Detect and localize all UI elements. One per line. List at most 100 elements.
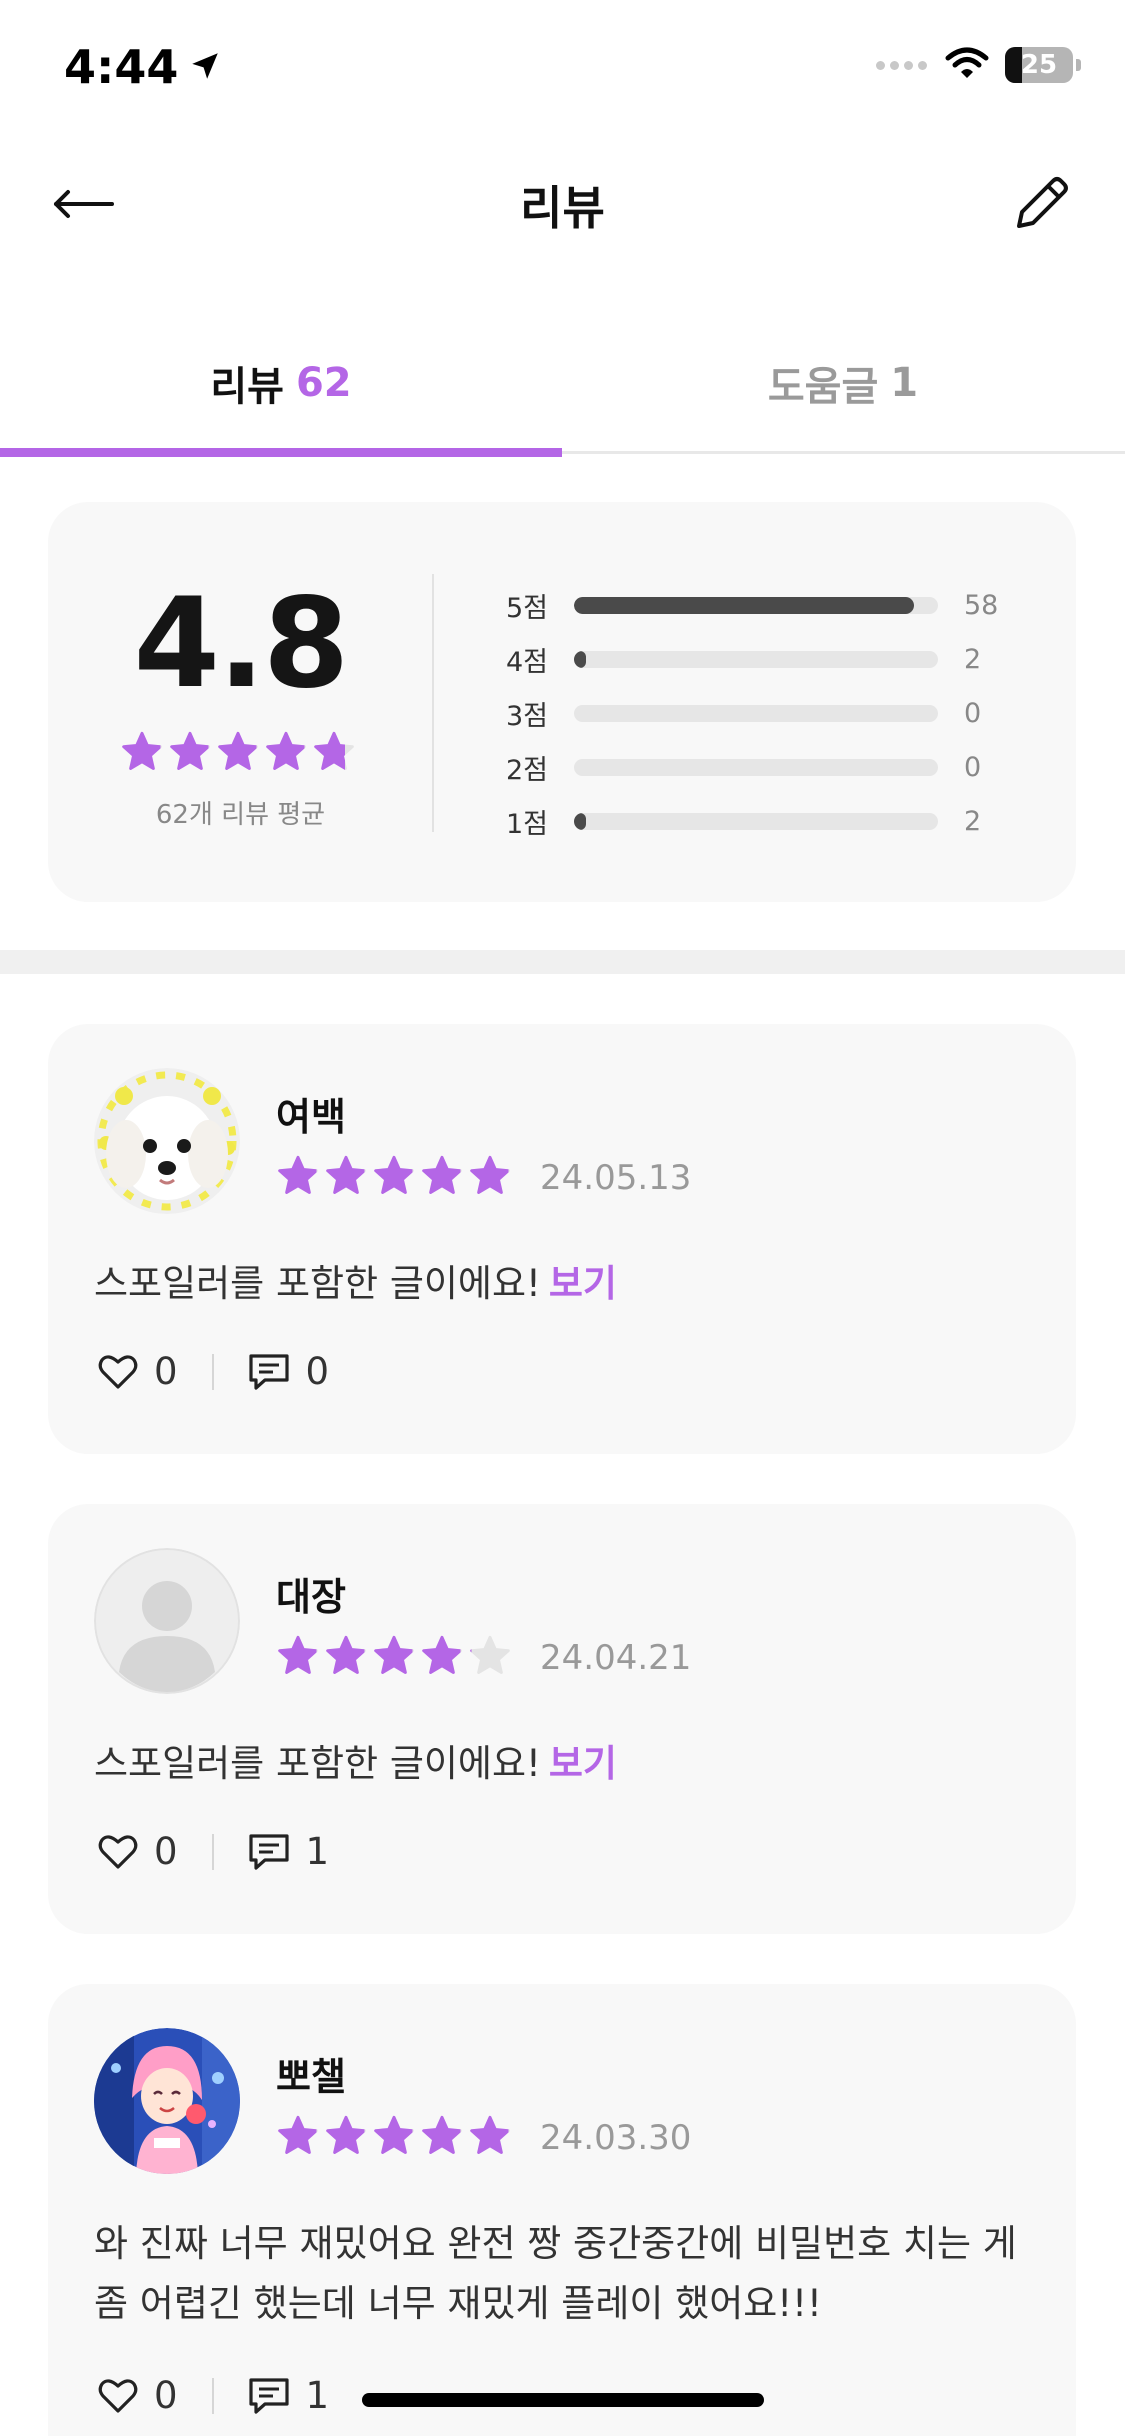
- spoiler-view-link[interactable]: 보기: [549, 1262, 617, 1305]
- review-actions: 0 1: [98, 1830, 329, 1873]
- distribution-bar-track: [574, 596, 938, 614]
- star-filled-icon: [420, 1634, 464, 1678]
- default-person-avatar[interactable]: [94, 1548, 240, 1694]
- status-time: 4:44: [64, 40, 222, 94]
- comment-count: 1: [305, 2374, 330, 2417]
- comment-icon: [248, 1353, 289, 1390]
- distribution-row: 1점 2: [506, 794, 1046, 848]
- review-username: 뽀챌: [276, 2055, 346, 2099]
- star-filled-icon: [372, 2114, 416, 2158]
- page-title: 리뷰: [520, 181, 605, 235]
- dog-photo-avatar[interactable]: [94, 1068, 240, 1214]
- review-rating: [276, 1154, 512, 1198]
- distribution-bar-fill: [574, 650, 586, 668]
- distribution-count: 58: [964, 589, 999, 621]
- status-bar: 4:44 25: [0, 0, 1125, 140]
- spoiler-notice: 스포일러를 포함한 글이에요!: [94, 1262, 541, 1305]
- distribution-count: 2: [964, 643, 982, 675]
- distribution-count: 0: [964, 751, 982, 783]
- anime-character-avatar[interactable]: [94, 2028, 240, 2174]
- comment-count: 0: [305, 1350, 330, 1393]
- review-actions: 0 0: [98, 1350, 329, 1393]
- review-body: 스포일러를 포함한 글이에요! 보기: [94, 1734, 1030, 1794]
- star-filled-icon: [276, 1634, 320, 1678]
- star-empty-icon: [468, 1634, 512, 1678]
- header: 리뷰: [0, 150, 1125, 260]
- review-date: 24.05.13: [540, 1158, 692, 1198]
- comment-button[interactable]: 1: [248, 2374, 330, 2417]
- star-filled-icon: [468, 2114, 512, 2158]
- like-count: 0: [154, 1350, 178, 1393]
- write-review-button[interactable]: [1007, 168, 1077, 238]
- like-button[interactable]: 0: [98, 1350, 178, 1393]
- star-filled-icon: [420, 2114, 464, 2158]
- review-card[interactable]: 대장 24.04.21 스포일러를 포함한 글이에요! 보기 0 1: [48, 1504, 1076, 1934]
- home-indicator[interactable]: [362, 2393, 764, 2407]
- tab-guides[interactable]: 도움글 1: [562, 330, 1124, 454]
- tab-guides-label: 도움글: [767, 364, 879, 410]
- distribution-row: 4점 2: [506, 632, 1046, 686]
- actions-divider: [211, 1353, 214, 1390]
- distribution-row: 5점 58: [506, 578, 1046, 632]
- spoiler-view-link[interactable]: 보기: [549, 1742, 617, 1785]
- summary-divider: [432, 574, 434, 832]
- spoiler-notice: 스포일러를 포함한 글이에요!: [94, 1742, 541, 1785]
- star-filled-icon: [264, 730, 308, 774]
- distribution-label: 5점: [506, 592, 549, 624]
- comment-button[interactable]: 0: [248, 1350, 330, 1393]
- star-filled-icon: [372, 1154, 416, 1198]
- rating-summary-card: 4.8 62개 리뷰 평균 5점 58 4점 2 3점 0 2점 0 1점 2: [48, 502, 1076, 902]
- star-filled-icon: [420, 1154, 464, 1198]
- distribution-bar-fill: [574, 596, 915, 614]
- clock: 4:44: [64, 40, 179, 94]
- distribution-bar-track: [574, 704, 938, 722]
- review-rating: [276, 1634, 512, 1678]
- star-filled-icon: [216, 730, 260, 774]
- battery-level: 25: [1020, 50, 1058, 80]
- section-divider: [0, 950, 1125, 974]
- actions-divider: [211, 1833, 214, 1870]
- rating-distribution: 5점 58 4점 2 3점 0 2점 0 1점 2: [506, 578, 1046, 848]
- tab-bar: 리뷰 62 도움글 1: [0, 330, 1125, 457]
- comment-count: 1: [305, 1830, 330, 1873]
- like-button[interactable]: 0: [98, 2374, 178, 2417]
- heart-icon: [98, 2378, 138, 2413]
- average-score: 4.8: [133, 572, 350, 716]
- average-stars: [120, 730, 356, 774]
- heart-icon: [98, 1354, 138, 1389]
- distribution-label: 1점: [506, 808, 549, 840]
- star-filled-icon: [324, 1634, 368, 1678]
- distribution-row: 2점 0: [506, 740, 1046, 794]
- wifi-icon: [945, 46, 989, 84]
- star-filled-icon: [120, 730, 164, 774]
- distribution-count: 2: [964, 805, 982, 837]
- status-indicators: 25: [876, 46, 1081, 84]
- review-card[interactable]: 뽀챌 24.03.30 와 진짜 너무 재밌어요 완전 짱 중간중간에 비밀번호…: [48, 1984, 1076, 2436]
- actions-divider: [211, 2377, 214, 2414]
- battery-icon: 25: [1005, 47, 1073, 83]
- review-username: 여백: [276, 1095, 346, 1139]
- star-filled-icon: [468, 1154, 512, 1198]
- star-filled-icon: [372, 1634, 416, 1678]
- pencil-icon: [1017, 177, 1068, 228]
- tab-reviews-label: 리뷰: [210, 364, 284, 410]
- like-button[interactable]: 0: [98, 1830, 178, 1873]
- tab-reviews[interactable]: 리뷰 62: [0, 330, 562, 457]
- distribution-bar-track: [574, 758, 938, 776]
- distribution-bar-track: [574, 650, 938, 668]
- comment-icon: [248, 2377, 289, 2414]
- review-card[interactable]: 여백 24.05.13 스포일러를 포함한 글이에요! 보기 0 0: [48, 1024, 1076, 1454]
- review-rating: [276, 2114, 512, 2158]
- star-filled-icon: [276, 2114, 320, 2158]
- review-body: 와 진짜 너무 재밌어요 완전 짱 중간중간에 비밀번호 치는 게 좀 어렵긴 …: [94, 2222, 1017, 2325]
- star-filled-icon: [168, 730, 212, 774]
- location-arrow-icon: [188, 40, 222, 94]
- star-filled-icon: [312, 730, 356, 774]
- like-count: 0: [154, 2374, 178, 2417]
- review-date: 24.03.30: [540, 2118, 692, 2158]
- distribution-bar-fill: [574, 812, 586, 830]
- star-filled-icon: [324, 2114, 368, 2158]
- star-filled-icon: [324, 1154, 368, 1198]
- star-filled-icon: [276, 1154, 320, 1198]
- comment-button[interactable]: 1: [248, 1830, 330, 1873]
